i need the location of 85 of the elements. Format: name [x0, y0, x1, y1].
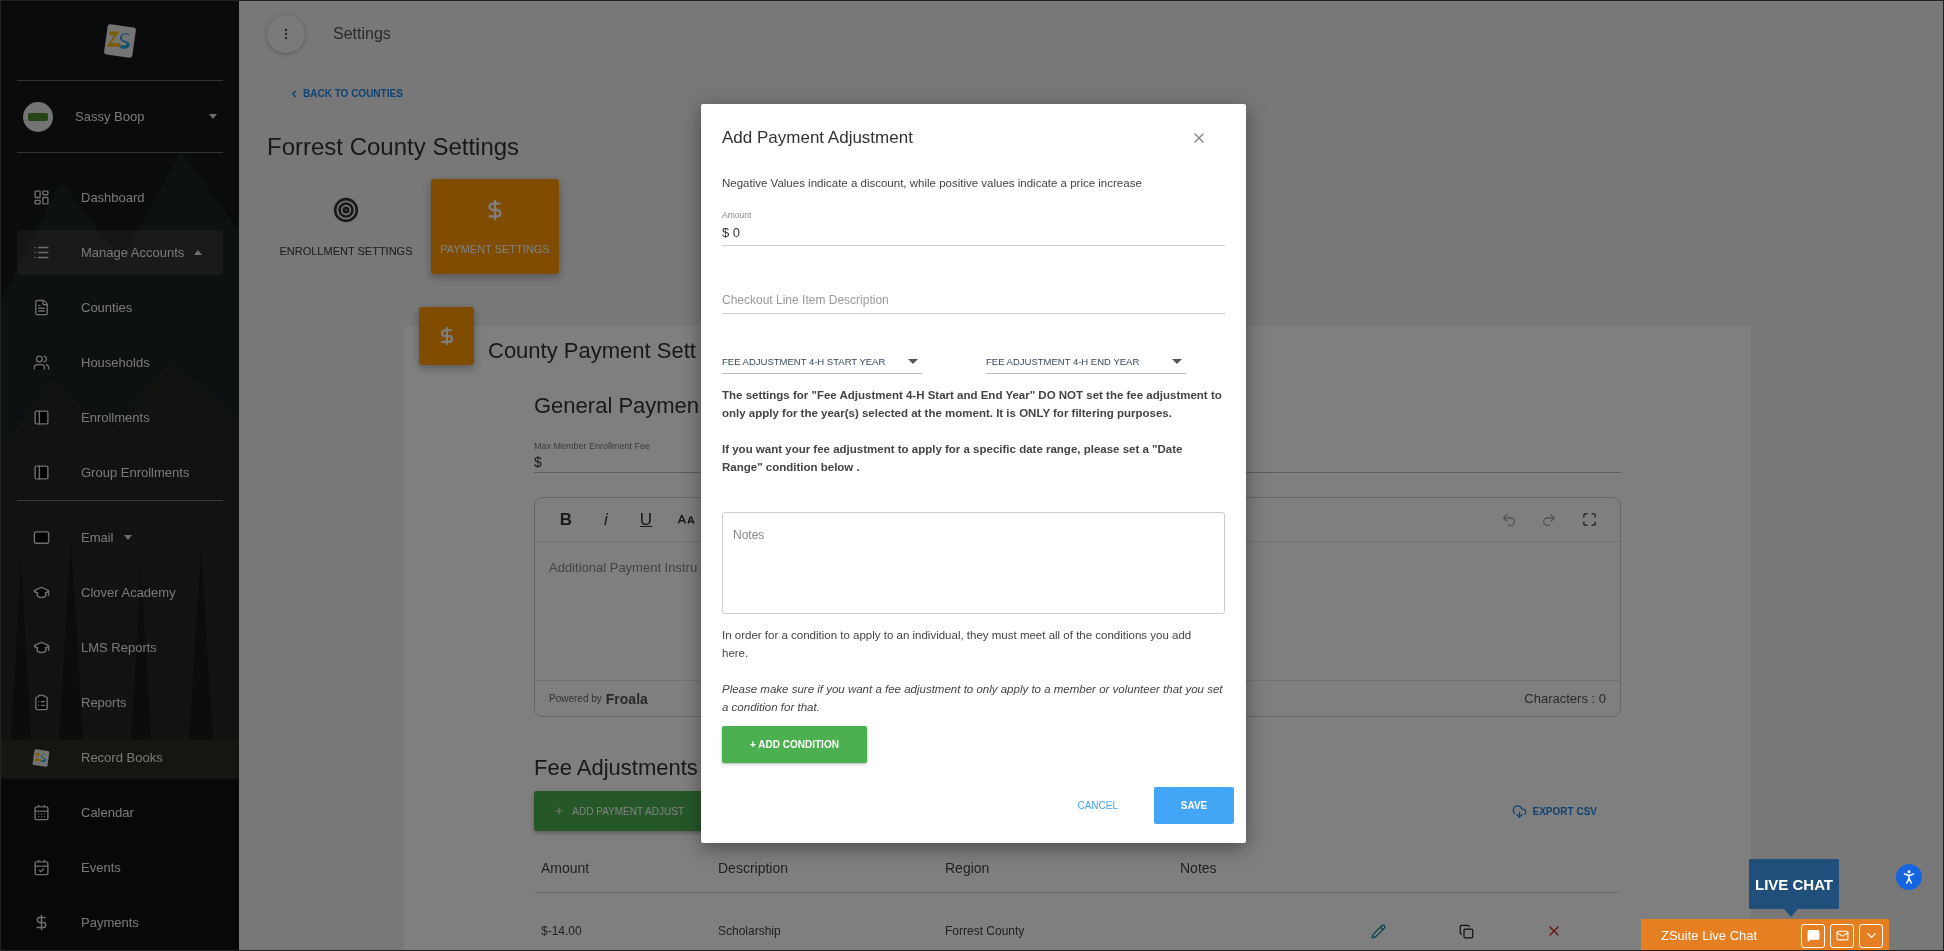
caret-icon — [908, 359, 918, 364]
page-header-title: Settings — [333, 25, 391, 43]
brand-logo[interactable]: Froala — [605, 690, 648, 707]
mail-icon — [1835, 929, 1849, 942]
minimize-button[interactable] — [1859, 923, 1883, 948]
chevron-left-icon — [289, 88, 299, 99]
calendar-icon — [32, 804, 50, 821]
year-select[interactable]: FEE ADJUSTMENT 4-H END YEAR — [986, 350, 1186, 374]
cancel-button[interactable]: CANCEL — [1071, 799, 1124, 812]
target-icon — [333, 196, 359, 223]
field-label: Amount — [722, 210, 752, 220]
graduation-cap-icon — [32, 639, 50, 656]
condition-hint-text: Please make sure if you want a fee adjustment to only apply to a member or volunteer that you set a condition for that. — [722, 682, 1224, 715]
card-icon — [32, 464, 50, 481]
save-button[interactable]: SAVE — [1154, 787, 1234, 824]
format-button[interactable]: U — [629, 504, 663, 535]
column-header: Notes — [1179, 859, 1218, 876]
back-link[interactable]: BACK TO COUNTIES — [289, 88, 403, 99]
dashboard-icon — [32, 189, 50, 206]
sidebar-item[interactable]: Events — [17, 840, 223, 895]
list-icon — [32, 244, 50, 261]
plus-icon — [554, 804, 565, 818]
sidebar-item[interactable]: Clover Academy — [17, 565, 223, 620]
table-cell-text: Scholarship — [717, 924, 782, 938]
condition-info-text: In order for a condition to apply to an individual, they must meet all of the conditions you add here. — [722, 628, 1192, 661]
section-title: Fee Adjustments — [534, 755, 698, 781]
character-count: Characters : 0 — [1524, 691, 1606, 706]
column-header: Amount — [540, 859, 591, 876]
notice-text: The settings for "Fee Adjustment 4-H Start and End Year" DO NOT set the fee adjustment to only apply for the year(s) selected at the moment. It is ONLY for filtering purposes. — [722, 388, 1223, 421]
calendar-icon — [32, 859, 50, 876]
page-title: Forrest County Settings — [267, 133, 520, 161]
accessibility-button[interactable] — [1896, 864, 1922, 890]
chat-icon — [1806, 929, 1820, 942]
table-cell-text: Forrest County — [944, 924, 1026, 938]
sidebar-item[interactable]: Calendar — [17, 785, 223, 840]
edit-icon[interactable] — [1371, 923, 1386, 939]
copy-icon[interactable] — [1459, 923, 1474, 939]
redo-icon[interactable] — [1541, 511, 1557, 528]
card-icon — [32, 409, 50, 426]
sidebar-item[interactable]: LMS Reports — [17, 620, 223, 675]
add-condition-button[interactable]: + ADD CONDITION — [722, 726, 867, 763]
powered-by-text: Powered by — [549, 693, 602, 704]
clipboard-icon — [32, 694, 50, 711]
field-label: Max Member Enrollment Fee — [534, 441, 651, 451]
caret-icon — [1172, 359, 1182, 364]
notice-text: If you want your fee adjustment to apply for a specific date range, please set a "Date Range" condition below . — [722, 442, 1184, 475]
column-header: Description — [717, 859, 790, 876]
table-cell-text: $-14.00 — [540, 924, 583, 938]
sidebar-item[interactable]: Record Books — [17, 730, 223, 785]
live-chat-badge[interactable]: LIVE CHAT — [1749, 859, 1839, 917]
description-field[interactable]: Checkout Line Item Description — [722, 286, 1225, 314]
column-header: Region — [944, 859, 991, 876]
sidebar-item[interactable]: Enrollments — [17, 390, 223, 445]
format-button[interactable]: i — [589, 504, 623, 535]
sidebar-item[interactable]: Reports — [17, 675, 223, 730]
cloud-download-icon — [1511, 803, 1527, 819]
chat-button[interactable] — [1801, 923, 1825, 948]
user-name[interactable]: Sassy Boop — [75, 109, 177, 125]
intro-text: Negative Values indicate a discount, while positive values indicate a price increase — [722, 176, 1143, 191]
format-button[interactable]: B — [549, 504, 583, 535]
avatar-icon — [23, 101, 53, 132]
document-icon — [32, 299, 50, 316]
sidebar-item[interactable]: Dashboard — [17, 170, 223, 225]
section-title: General Paymen — [534, 393, 700, 419]
undo-icon[interactable] — [1501, 511, 1517, 528]
amount-field[interactable]: $ 0 — [722, 220, 1225, 246]
notes-field[interactable]: Notes — [722, 512, 1225, 614]
live-chat-bar[interactable]: ZSuite Live Chat — [1641, 919, 1889, 950]
sidebar-item[interactable]: Group Enrollments — [17, 445, 223, 500]
editor-placeholder: Additional Payment Instru — [549, 560, 698, 575]
sidebar-item[interactable]: Payments — [17, 895, 223, 950]
card-title: County Payment Sett — [488, 338, 696, 364]
sidebar-item[interactable]: Counties — [17, 280, 223, 335]
sidebar-item[interactable]: Households — [17, 335, 223, 390]
sidebar-item[interactable]: Email — [17, 510, 223, 565]
settings-tab[interactable]: ENROLLMENT SETTINGS — [271, 179, 421, 274]
people-icon — [32, 354, 50, 371]
add-adjustment-button[interactable]: ADD PAYMENT ADJUST — [534, 791, 704, 831]
year-select[interactable]: FEE ADJUSTMENT 4-H START YEAR — [722, 350, 922, 374]
caret-icon — [209, 114, 217, 120]
mail-button[interactable] — [1830, 923, 1854, 948]
graduation-cap-icon — [32, 584, 50, 601]
fullscreen-icon[interactable] — [1581, 512, 1597, 527]
export-link[interactable]: EXPORT CSV — [1511, 803, 1597, 819]
dialog-title: Add Payment Adjustment — [722, 128, 913, 148]
